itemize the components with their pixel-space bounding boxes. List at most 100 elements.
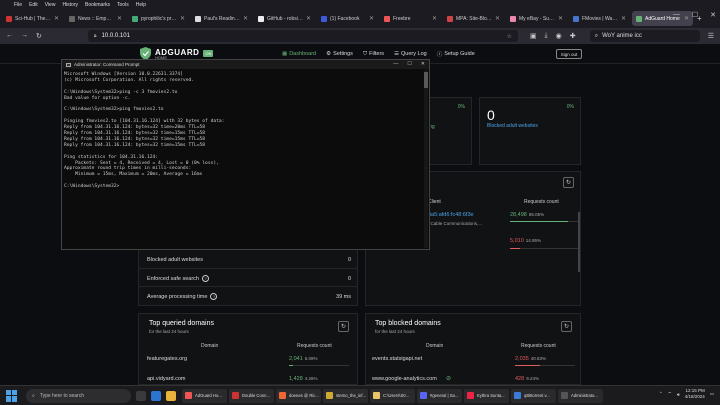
tab-favicon-icon: [447, 15, 453, 22]
browser-tab[interactable]: pyrophilic's profile ✕: [128, 11, 189, 26]
browser-tab[interactable]: FMovies | Watch Fr✕: [569, 11, 630, 26]
menu-history[interactable]: History: [62, 2, 78, 8]
taskbar-app[interactable]: Kythra Sunta...: [464, 388, 509, 403]
tab-close-icon[interactable]: ✕: [621, 15, 626, 22]
browser-tab[interactable]: Sci-Hub | The Ethi✕: [2, 11, 63, 26]
url-bar[interactable]: 🔒︎ 10.0.0.101 ☆: [87, 30, 518, 42]
search-icon: ⌕: [32, 392, 35, 399]
minimize-icon[interactable]: —: [673, 11, 680, 19]
refresh-icon[interactable]: ↻: [561, 321, 572, 332]
cmd-scrollbar[interactable]: [424, 70, 428, 248]
menu-view[interactable]: View: [45, 2, 56, 8]
sign-out-button[interactable]: Sign out: [556, 49, 582, 59]
taskbar-app[interactable]: doenes @ Ric...: [276, 388, 321, 403]
extension-icon[interactable]: ✚: [570, 32, 576, 40]
domain-count: 2,035 40.83%: [515, 356, 546, 362]
domain-count: 2,041 6.09%: [289, 356, 318, 362]
app-label: #general | Sa...: [430, 393, 459, 398]
close-icon[interactable]: ✕: [710, 11, 716, 19]
refresh-icon[interactable]: ↻: [338, 321, 349, 332]
file-explorer-icon[interactable]: [166, 390, 176, 401]
cmd-title-bar[interactable]: Administrator: Command Prompt — ☐ ✕: [62, 60, 429, 69]
card-subtitle: for the last 24 hours: [375, 329, 415, 334]
log-icon: ☰: [394, 51, 399, 57]
browser-tab[interactable]: MPA: Site-Blocking✕: [443, 11, 504, 26]
help-icon[interactable]: ?: [201, 275, 209, 282]
menu-tools[interactable]: Tools: [117, 2, 129, 8]
taskbar-search[interactable]: ⌕ Type here to search: [26, 388, 131, 403]
tab-close-icon[interactable]: ✕: [180, 15, 185, 22]
taskbar-app[interactable]: Administrato...: [558, 388, 603, 403]
queried-bar-fill: [289, 365, 293, 366]
app-icon: [514, 392, 521, 399]
help-icon[interactable]: ?: [210, 293, 218, 300]
app-icon: [185, 392, 192, 399]
tab-close-icon[interactable]: ✕: [306, 15, 311, 22]
tab-close-icon[interactable]: ✕: [117, 15, 122, 22]
client-address[interactable]: 0a5:afd6:fc48:6f3e: [428, 212, 474, 218]
bookmark-star-icon[interactable]: ☆: [506, 33, 511, 40]
minimize-icon[interactable]: —: [393, 61, 398, 67]
menu-bookmarks[interactable]: Bookmarks: [85, 2, 110, 8]
cmd-output[interactable]: Microsoft Windows [Version 10.0.22631.33…: [62, 69, 429, 193]
browser-tab[interactable]: My eBay - Summary✕: [506, 11, 567, 26]
menu-edit[interactable]: Edit: [29, 2, 38, 8]
tab-close-icon[interactable]: ✕: [495, 15, 500, 22]
refresh-icon[interactable]: ↻: [563, 177, 574, 188]
forward-arrow-icon[interactable]: →: [21, 32, 28, 40]
account-icon[interactable]: ◉: [556, 32, 562, 40]
hamburger-menu-icon[interactable]: ☰: [708, 32, 714, 40]
download-icon[interactable]: ⤓: [545, 32, 548, 40]
chevron-up-icon[interactable]: ⌃: [659, 391, 663, 397]
tab-close-icon[interactable]: ✕: [432, 15, 437, 22]
security-lock-icon[interactable]: 🔒︎: [94, 33, 97, 39]
count-value: 428: [515, 376, 525, 382]
back-arrow-icon[interactable]: ←: [6, 32, 13, 40]
domain-name[interactable]: www.google-analytics.com: [372, 376, 437, 382]
tab-close-icon[interactable]: ✕: [369, 15, 374, 22]
maximize-icon[interactable]: ☐: [692, 11, 698, 19]
nav-setup-guide[interactable]: ⓘ Setup Guide: [437, 50, 475, 58]
reload-icon[interactable]: ↻: [36, 32, 42, 40]
url-text: 10.0.0.101: [101, 33, 130, 39]
scroll-thumb[interactable]: [424, 72, 428, 88]
menu-bar: File Edit View History Bookmarks Tools H…: [0, 0, 720, 9]
command-prompt-window[interactable]: Administrator: Command Prompt — ☐ ✕ Micr…: [61, 59, 430, 250]
domain-name[interactable]: events.statsigapi.net: [372, 356, 422, 362]
nav-dashboard[interactable]: ▦ Dashboard: [282, 50, 316, 58]
close-icon[interactable]: ✕: [421, 61, 425, 67]
browser-tab[interactable]: GitHub - robsinc/t ✕: [254, 11, 315, 26]
network-icon[interactable]: ⌔: [668, 391, 672, 397]
search-box[interactable]: ⌕ WoY anime icc: [589, 30, 700, 42]
notification-icon[interactable]: ▭: [710, 391, 714, 397]
windows-start-icon[interactable]: [6, 389, 18, 402]
edge-browser-icon[interactable]: [151, 390, 161, 401]
scrollbar[interactable]: [578, 212, 580, 272]
volume-icon[interactable]: 🔊︎: [677, 392, 680, 397]
taskbar-app[interactable]: C:\Users\S0...: [370, 388, 415, 403]
browser-tab[interactable]: Paul's Reading Pro✕: [191, 11, 252, 26]
nav-settings[interactable]: ⚙ Settings: [326, 50, 353, 58]
taskbar-app[interactable]: sterno_the_inf...: [323, 388, 368, 403]
taskbar-app[interactable]: AdGuard Ho...: [182, 388, 227, 403]
pocket-icon[interactable]: ▣: [530, 32, 537, 40]
unblock-icon[interactable]: ⊘: [446, 375, 451, 382]
tab-close-icon[interactable]: ✕: [243, 15, 248, 22]
tab-close-icon[interactable]: ✕: [558, 15, 563, 22]
taskbar-app[interactable]: #general | Sa...: [417, 388, 462, 403]
taskbar-app[interactable]: Double Conn...: [229, 388, 274, 403]
maximize-icon[interactable]: ☐: [407, 61, 411, 67]
menu-help[interactable]: Help: [136, 2, 146, 8]
browser-tab[interactable]: (1) Facebook ✕: [317, 11, 378, 26]
tab-close-icon[interactable]: ✕: [54, 15, 59, 22]
nav-filters[interactable]: ⛉ Filters: [363, 50, 384, 58]
clock[interactable]: 12:15 PM 4/18/2024: [685, 388, 705, 400]
browser-tab[interactable]: News :: Emperorium✕: [65, 11, 126, 26]
task-view-icon[interactable]: [136, 390, 146, 401]
browser-tab[interactable]: Freebre ✕: [380, 11, 441, 26]
menu-file[interactable]: File: [14, 2, 22, 8]
domain-name[interactable]: api.vidyard.com: [147, 376, 186, 382]
domain-name[interactable]: featuregates.org: [147, 356, 187, 362]
taskbar-app[interactable]: qBittorrent v...: [511, 388, 556, 403]
nav-query-log[interactable]: ☰ Query Log: [394, 50, 427, 58]
